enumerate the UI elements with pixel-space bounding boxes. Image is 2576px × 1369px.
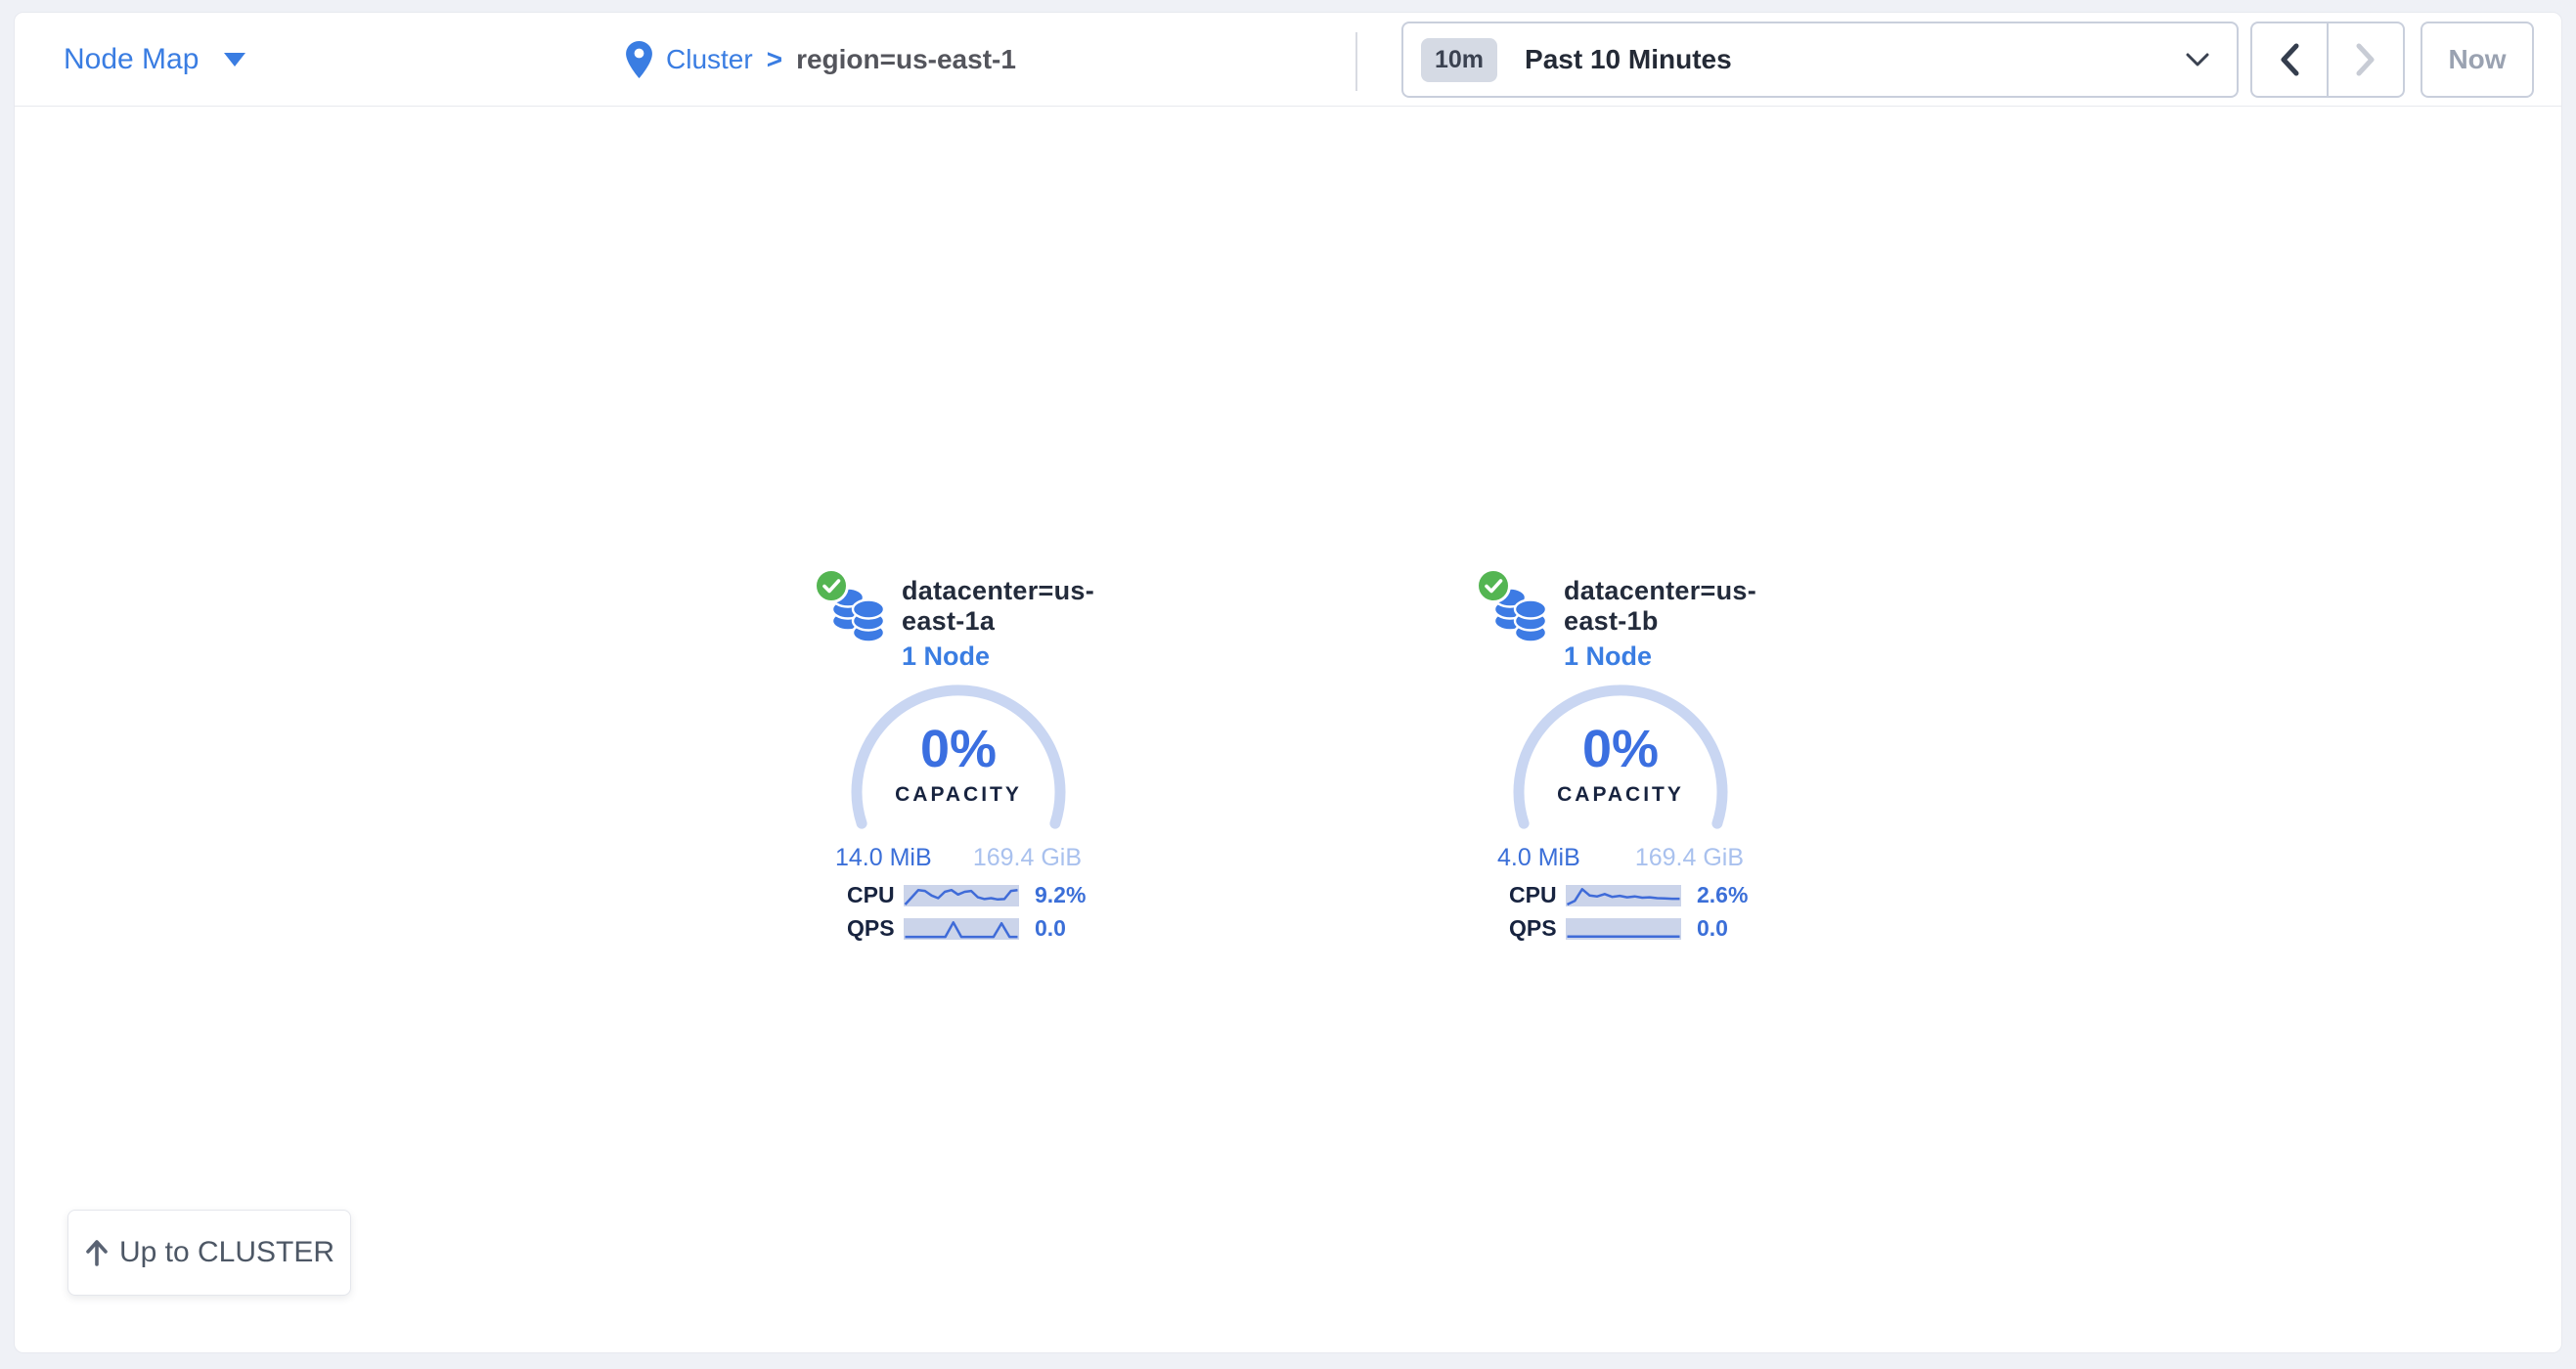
caret-down-icon (224, 53, 245, 66)
time-range-badge: 10m (1421, 38, 1497, 82)
cpu-label: CPU (1509, 882, 1566, 908)
node-map-canvas: datacenter=us-east-1a 1 Node 0% CAPACITY… (15, 107, 2561, 1352)
cpu-value: 9.2% (1035, 882, 1086, 908)
datacenter-node-count: 1 Node (1564, 641, 1757, 672)
qps-label: QPS (1509, 915, 1566, 942)
breadcrumb-separator: > (767, 44, 782, 75)
qps-metric-row: QPS 0.0 (847, 915, 1095, 942)
time-step-buttons (2250, 22, 2405, 98)
header-divider (1355, 32, 1357, 91)
datacenter-header: datacenter=us-east-1b 1 Node (1484, 572, 1757, 672)
qps-label: QPS (847, 915, 904, 942)
qps-sparkline (1566, 918, 1681, 940)
breadcrumb-cluster-link[interactable]: Cluster (666, 44, 753, 75)
datacenter-node-count: 1 Node (902, 641, 1095, 672)
capacity-range: 4.0 MiB 169.4 GiB (1497, 844, 1744, 872)
datacenter-name: datacenter=us-east-1a (902, 576, 1095, 637)
cpu-label: CPU (847, 882, 904, 908)
capacity-used: 4.0 MiB (1497, 844, 1580, 872)
capacity-used: 14.0 MiB (835, 844, 932, 872)
time-prev-button[interactable] (2250, 22, 2328, 98)
datacenter-header: datacenter=us-east-1a 1 Node (822, 572, 1095, 672)
datacenter-icon-wrap (1488, 572, 1550, 642)
cpu-sparkline (904, 885, 1019, 906)
view-selector-label: Node Map (64, 43, 199, 76)
chevron-left-icon (2279, 43, 2300, 76)
metrics-block: CPU 2.6% QPS 0.0 (1509, 882, 1757, 942)
datacenter-card-us-east-1a[interactable]: datacenter=us-east-1a 1 Node 0% CAPACITY… (822, 572, 1095, 949)
metrics-block: CPU 9.2% QPS 0.0 (847, 882, 1095, 942)
datacenter-name: datacenter=us-east-1b (1564, 576, 1757, 637)
breadcrumb: Cluster > region=us-east-1 (626, 13, 1016, 107)
datacenter-titles: datacenter=us-east-1a 1 Node (902, 572, 1095, 672)
capacity-total: 169.4 GiB (973, 844, 1082, 872)
healthy-check-icon (814, 568, 849, 603)
chevron-down-icon (2186, 53, 2209, 67)
arrow-up-icon (84, 1239, 110, 1266)
up-to-cluster-label: Up to CLUSTER (119, 1236, 334, 1269)
qps-metric-row: QPS 0.0 (1509, 915, 1757, 942)
breadcrumb-current: region=us-east-1 (796, 44, 1016, 75)
cpu-metric-row: CPU 9.2% (847, 882, 1095, 908)
capacity-gauge: 0% CAPACITY (841, 680, 1076, 836)
datacenter-icon-wrap (825, 572, 888, 642)
capacity-caption: CAPACITY (1503, 783, 1738, 807)
qps-value: 0.0 (1697, 915, 1728, 942)
now-button[interactable]: Now (2421, 22, 2534, 98)
chevron-right-icon (2355, 43, 2376, 76)
location-pin-icon (626, 41, 652, 78)
healthy-check-icon (1476, 568, 1511, 603)
time-next-button[interactable] (2328, 22, 2405, 98)
cpu-sparkline (1566, 885, 1681, 906)
capacity-total: 169.4 GiB (1635, 844, 1744, 872)
capacity-caption: CAPACITY (841, 783, 1076, 807)
datacenter-titles: datacenter=us-east-1b 1 Node (1564, 572, 1757, 672)
node-map-screen: Node Map Cluster > region=us-east-1 10m … (0, 0, 2576, 1369)
time-range-dropdown[interactable]: 10m Past 10 Minutes (1401, 22, 2239, 98)
capacity-range: 14.0 MiB 169.4 GiB (835, 844, 1082, 872)
capacity-gauge-text: 0% CAPACITY (841, 723, 1076, 807)
capacity-percent: 0% (1503, 723, 1738, 775)
capacity-gauge: 0% CAPACITY (1503, 680, 1738, 836)
capacity-gauge-text: 0% CAPACITY (1503, 723, 1738, 807)
view-selector-dropdown[interactable]: Node Map (64, 13, 245, 107)
capacity-percent: 0% (841, 723, 1076, 775)
up-to-cluster-button[interactable]: Up to CLUSTER (67, 1210, 351, 1296)
time-range-label: Past 10 Minutes (1525, 44, 1732, 75)
header-bar: Node Map Cluster > region=us-east-1 10m … (15, 13, 2561, 107)
cpu-value: 2.6% (1697, 882, 1748, 908)
qps-value: 0.0 (1035, 915, 1066, 942)
main-panel: Node Map Cluster > region=us-east-1 10m … (14, 12, 2562, 1353)
datacenter-card-us-east-1b[interactable]: datacenter=us-east-1b 1 Node 0% CAPACITY… (1484, 572, 1757, 949)
qps-sparkline (904, 918, 1019, 940)
cpu-metric-row: CPU 2.6% (1509, 882, 1757, 908)
